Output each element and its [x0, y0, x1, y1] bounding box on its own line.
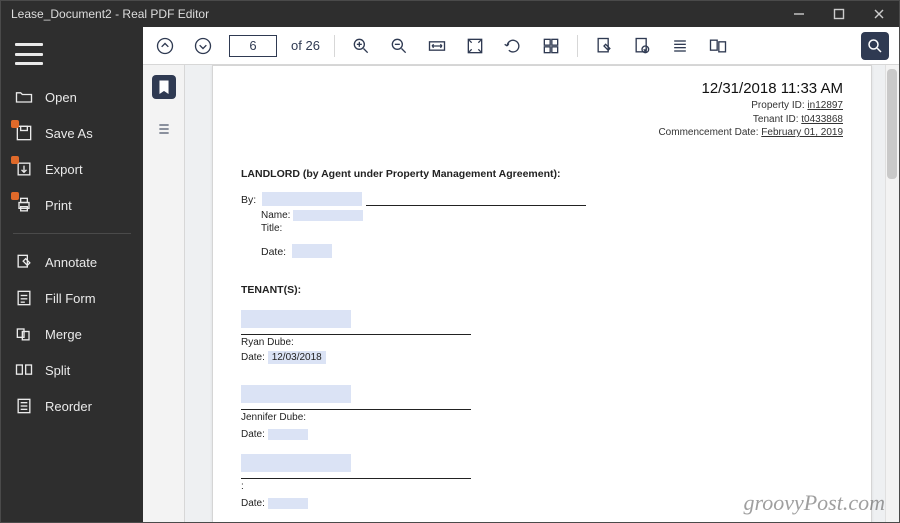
- fill-form-icon: [13, 287, 35, 309]
- sidebar-label: Save As: [45, 126, 93, 141]
- sidebar-label: Print: [45, 198, 72, 213]
- export-icon: [13, 158, 35, 180]
- titlebar: Lease_Document2 - Real PDF Editor: [1, 1, 899, 27]
- date-label: Date:: [241, 352, 265, 363]
- save-icon: [13, 122, 35, 144]
- landlord-heading: LANDLORD (by Agent under Property Manage…: [241, 168, 843, 180]
- current-page-input[interactable]: [229, 35, 277, 57]
- toolbar-separator: [334, 35, 335, 57]
- sidebar: Open Save As Export: [1, 27, 143, 522]
- window-title: Lease_Document2 - Real PDF Editor: [1, 7, 779, 21]
- sidebar-item-merge[interactable]: Merge: [1, 316, 143, 352]
- rotate-button[interactable]: [501, 34, 525, 58]
- list-view-button[interactable]: [152, 117, 176, 141]
- thumbnails-button[interactable]: [539, 34, 563, 58]
- split-icon: [13, 359, 35, 381]
- sidebar-item-reorder[interactable]: Reorder: [1, 388, 143, 424]
- sidebar-label: Fill Form: [45, 291, 96, 306]
- fit-page-button[interactable]: [463, 34, 487, 58]
- sidebar-item-open[interactable]: Open: [1, 79, 143, 115]
- menu-icon[interactable]: [15, 43, 43, 65]
- zoom-out-button[interactable]: [387, 34, 411, 58]
- zoom-in-button[interactable]: [349, 34, 373, 58]
- folder-open-icon: [13, 86, 35, 108]
- pdf-page: 12/31/2018 11:33 AM Property ID: in12897…: [212, 65, 872, 522]
- minimize-button[interactable]: [779, 1, 819, 27]
- sidebar-item-split[interactable]: Split: [1, 352, 143, 388]
- form-field[interactable]: [268, 429, 308, 440]
- form-field[interactable]: [293, 210, 363, 221]
- sidebar-separator: [13, 233, 131, 234]
- toolbar-separator: [577, 35, 578, 57]
- annotate-icon: [13, 251, 35, 273]
- print-icon: [13, 194, 35, 216]
- view-strip: [143, 65, 185, 522]
- tenant1-date-value[interactable]: 12/03/2018: [268, 351, 326, 364]
- compare-button[interactable]: [706, 34, 730, 58]
- merge-icon: [13, 323, 35, 345]
- sidebar-label: Merge: [45, 327, 82, 342]
- sidebar-item-fill-form[interactable]: Fill Form: [1, 280, 143, 316]
- date-label: Date:: [241, 498, 265, 509]
- tenants-heading: TENANT(S):: [241, 284, 843, 296]
- scroll-thumb[interactable]: [887, 69, 897, 179]
- stamp-button[interactable]: [630, 34, 654, 58]
- close-button[interactable]: [859, 1, 899, 27]
- sidebar-label: Open: [45, 90, 77, 105]
- sidebar-item-annotate[interactable]: Annotate: [1, 244, 143, 280]
- page-datetime: 12/31/2018 11:33 AM: [241, 80, 843, 97]
- vertical-scrollbar[interactable]: [885, 65, 899, 522]
- sidebar-label: Split: [45, 363, 70, 378]
- name-label: Name:: [261, 210, 290, 221]
- sidebar-item-print[interactable]: Print: [1, 187, 143, 223]
- reorder-icon: [13, 395, 35, 417]
- form-field[interactable]: [241, 385, 351, 403]
- maximize-button[interactable]: [819, 1, 859, 27]
- tenant3-name: :: [241, 481, 843, 492]
- form-field[interactable]: [268, 498, 308, 509]
- fit-width-button[interactable]: [425, 34, 449, 58]
- form-field[interactable]: [241, 310, 351, 328]
- date-label: Date:: [261, 246, 286, 258]
- outline-button[interactable]: [668, 34, 692, 58]
- title-label: Title:: [261, 223, 282, 234]
- tenant1-name: Ryan Dube:: [241, 337, 843, 348]
- search-button[interactable]: [861, 32, 889, 60]
- app-window: Lease_Document2 - Real PDF Editor Open: [0, 0, 900, 523]
- form-field[interactable]: [241, 454, 351, 472]
- document-viewport[interactable]: 12/31/2018 11:33 AM Property ID: in12897…: [185, 65, 899, 522]
- page-of-label: of 26: [291, 38, 320, 53]
- sidebar-item-export[interactable]: Export: [1, 151, 143, 187]
- sidebar-label: Reorder: [45, 399, 92, 414]
- tenant2-name: Jennifer Dube:: [241, 412, 843, 423]
- toolbar: of 26: [143, 27, 899, 65]
- page-up-button[interactable]: [153, 34, 177, 58]
- form-field[interactable]: [292, 244, 332, 258]
- sidebar-item-save-as[interactable]: Save As: [1, 115, 143, 151]
- form-field[interactable]: [262, 192, 362, 206]
- sidebar-label: Export: [45, 162, 83, 177]
- sidebar-label: Annotate: [45, 255, 97, 270]
- bookmark-view-button[interactable]: [152, 75, 176, 99]
- by-label: By:: [241, 194, 256, 206]
- date-label: Date:: [241, 429, 265, 440]
- page-meta: Property ID: in12897 Tenant ID: t0433868…: [241, 99, 843, 140]
- edit-page-button[interactable]: [592, 34, 616, 58]
- page-down-button[interactable]: [191, 34, 215, 58]
